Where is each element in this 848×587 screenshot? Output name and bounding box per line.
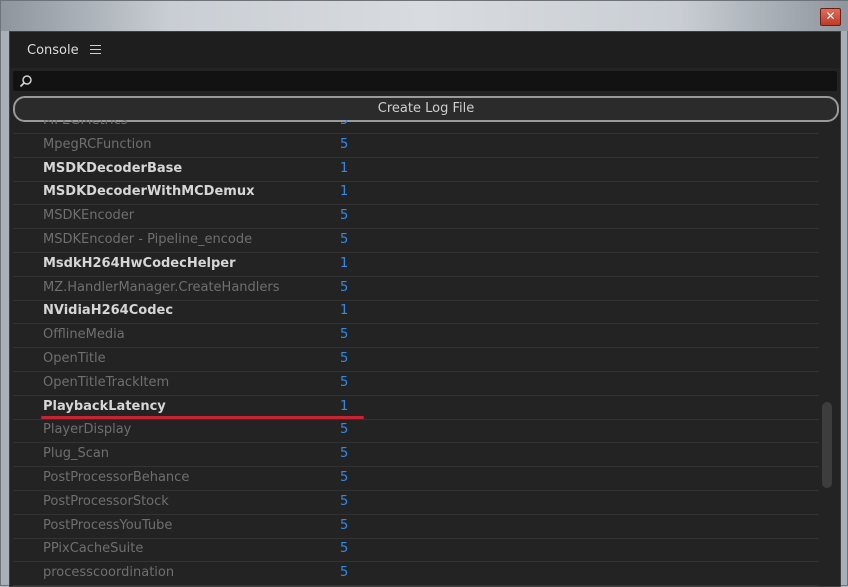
list-item-name: MPEGMetrics (43, 120, 128, 128)
list-item-name: OpenTitleTrackItem (43, 374, 170, 390)
list-item-name: OfflineMedia (43, 327, 125, 343)
list-item-name: PostProcessYouTube (43, 517, 173, 533)
list-item[interactable]: OpenTitle 5 (13, 348, 819, 372)
panel-title[interactable]: Console (27, 43, 79, 58)
list-item-count: 5 (340, 541, 349, 557)
list-item-count: 5 (340, 120, 349, 128)
list-item-count: 5 (340, 446, 349, 462)
list-item-name: PostProcessorBehance (43, 470, 190, 485)
list-item-count: 5 (340, 232, 349, 247)
list-item-name: MSDKDecoderWithMCDemux (43, 184, 255, 200)
list-item[interactable]: MSDKEncoder - Pipeline_encode 5 (13, 229, 819, 253)
list-item[interactable]: MPEGMetrics 5 (13, 120, 819, 134)
create-log-file-button[interactable]: Create Log File (13, 96, 839, 122)
list-item-name: MZ.HandlerManager.CreateHandlers (43, 279, 280, 295)
close-icon[interactable]: ✕ (820, 8, 841, 26)
scrollbar-thumb[interactable] (822, 402, 832, 488)
console-panel: Console Create Log File MPEGMetrics 5 Mpeg… (9, 31, 841, 587)
list-item-count: 5 (340, 327, 349, 343)
hamburger-menu-icon[interactable] (90, 45, 101, 55)
list-item-count: 1 (340, 160, 349, 176)
list-item-count: 5 (340, 517, 349, 533)
list-item[interactable]: NVidiaH264Codec 1 (13, 300, 819, 325)
list-item-name: MSDKEncoder - Pipeline_encode (43, 232, 253, 247)
list-item-name: MSDKEncoder (43, 208, 135, 224)
list-item-count: 5 (340, 279, 349, 295)
list-item-count: 5 (340, 493, 349, 509)
list-item[interactable]: PostProcessorBehance 5 (13, 467, 819, 491)
list-item[interactable]: Plug_Scan 5 (13, 443, 819, 468)
title-bar[interactable]: ✕ (1, 1, 848, 31)
list-item-name: Plug_Scan (43, 446, 110, 462)
list-item-count: 1 (340, 398, 349, 414)
list-item[interactable]: PlayerDisplay 5 (13, 419, 819, 444)
list-item-name: NVidiaH264Codec (43, 303, 174, 319)
list-item-count: 1 (340, 184, 349, 200)
list-item[interactable]: processcoordination 5 (13, 562, 819, 586)
list-item[interactable]: MsdkH264HwCodecHelper 1 (13, 253, 819, 277)
scrollbar[interactable] (822, 120, 834, 586)
list-item-count: 5 (340, 422, 349, 438)
console-window: ✕ Console Create Log File MPEGMetrics 5 Mp… (0, 0, 848, 587)
list-item-count: 5 (340, 136, 349, 152)
list-item[interactable]: PostProcessYouTube 5 (13, 515, 819, 539)
list-item-name: PlayerDisplay (43, 422, 132, 438)
list-item-name: PostProcessorStock (43, 493, 169, 509)
list-item-name: OpenTitle (43, 351, 106, 366)
list-item[interactable]: MSDKDecoderWithMCDemux 1 (13, 181, 819, 206)
list-item-name: MpegRCFunction (43, 136, 152, 152)
list-item[interactable]: PPixCacheSuite 5 (13, 538, 819, 563)
list-item[interactable]: PostProcessorStock 5 (13, 491, 819, 515)
list-item-name: PPixCacheSuite (43, 541, 144, 557)
list-item[interactable]: OfflineMedia 5 (13, 324, 819, 349)
list-item-name: MsdkH264HwCodecHelper (43, 255, 236, 271)
list-item-count: 5 (340, 208, 349, 224)
highlight-underline (41, 415, 364, 419)
list-item[interactable]: MpegRCFunction 5 (13, 134, 819, 158)
list-item[interactable]: MSDKDecoderBase 1 (13, 158, 819, 182)
list-item-count: 1 (340, 303, 349, 319)
list-item-count: 5 (340, 351, 349, 366)
list-item-name: MSDKDecoderBase (43, 160, 183, 176)
list-item-count: 1 (340, 255, 349, 271)
log-list[interactable]: MPEGMetrics 5 MpegRCFunction 5 MSDKDecoderBa… (13, 120, 819, 586)
list-item-count: 5 (340, 470, 349, 485)
list-item-name: processcoordination (43, 565, 175, 581)
list-item[interactable]: OpenTitleTrackItem 5 (13, 372, 819, 396)
panel-header: Console (10, 32, 840, 68)
search-input[interactable] (13, 71, 837, 91)
list-item-name: PlaybackLatency (43, 398, 166, 414)
list-item-count: 5 (340, 374, 349, 390)
list-item[interactable]: MZ.HandlerManager.CreateHandlers 5 (13, 277, 819, 301)
list-item[interactable]: MSDKEncoder 5 (13, 205, 819, 230)
search-icon (19, 75, 32, 88)
list-item-count: 5 (340, 565, 349, 581)
